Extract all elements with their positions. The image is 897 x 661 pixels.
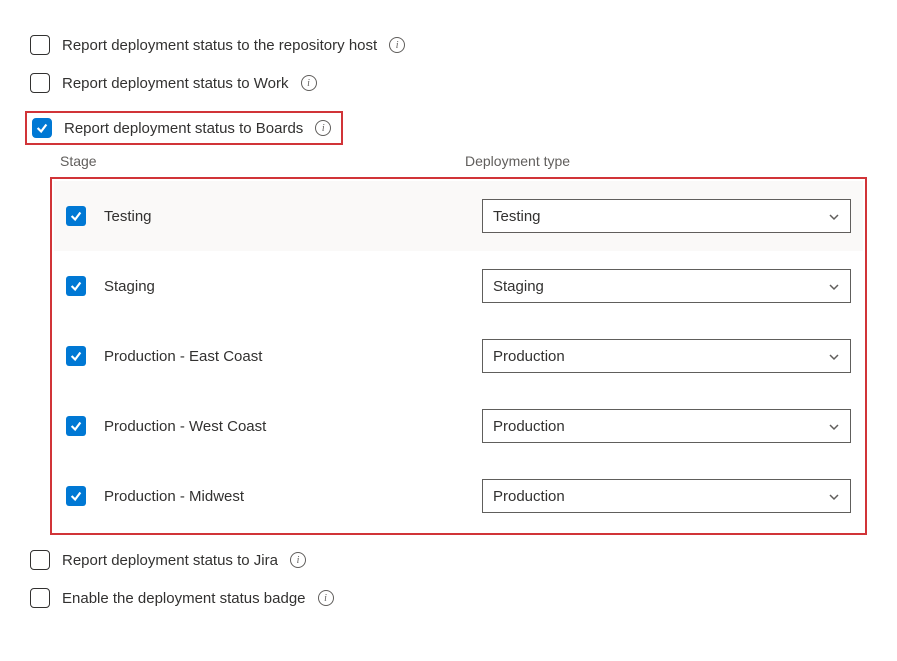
stage-name: Production - East Coast (104, 348, 464, 365)
checkbox-stage-prod-west[interactable] (66, 416, 86, 436)
option-row-jira: Report deployment status to Jira i (30, 550, 867, 570)
checkbox-stage-staging[interactable] (66, 276, 86, 296)
checkbox-work[interactable] (30, 73, 50, 93)
stage-row: Testing Testing (54, 181, 863, 251)
option-label-work: Report deployment status to Work (62, 75, 289, 92)
checkbox-boards[interactable] (32, 118, 52, 138)
header-stage: Stage (60, 153, 465, 169)
checkbox-stage-prod-midwest[interactable] (66, 486, 86, 506)
stage-row: Production - Midwest Production (54, 461, 863, 531)
stage-row: Production - West Coast Production (54, 391, 863, 461)
option-row-repo-host: Report deployment status to the reposito… (30, 35, 867, 55)
deployment-type-value: Production (493, 418, 565, 435)
deployment-type-value: Production (493, 488, 565, 505)
chevron-down-icon (828, 280, 840, 292)
option-row-badge: Enable the deployment status badge i (30, 588, 867, 608)
header-deployment-type: Deployment type (465, 153, 570, 169)
info-icon[interactable]: i (315, 120, 331, 136)
stages-headers: Stage Deployment type (50, 153, 867, 177)
chevron-down-icon (828, 350, 840, 362)
option-label-boards: Report deployment status to Boards (64, 120, 303, 137)
option-label-repo-host: Report deployment status to the reposito… (62, 37, 377, 54)
deployment-type-value: Production (493, 348, 565, 365)
deployment-type-value: Testing (493, 208, 541, 225)
stages-container: Stage Deployment type Testing Testing St… (50, 153, 867, 535)
stages-body-highlighted: Testing Testing Staging Staging (50, 177, 867, 535)
stage-name: Production - West Coast (104, 418, 464, 435)
chevron-down-icon (828, 420, 840, 432)
stage-name: Staging (104, 278, 464, 295)
deployment-type-select-prod-east[interactable]: Production (482, 339, 851, 373)
info-icon[interactable]: i (389, 37, 405, 53)
stage-row: Production - East Coast Production (54, 321, 863, 391)
deployment-type-select-prod-midwest[interactable]: Production (482, 479, 851, 513)
deployment-type-value: Staging (493, 278, 544, 295)
option-label-jira: Report deployment status to Jira (62, 552, 278, 569)
checkbox-stage-testing[interactable] (66, 206, 86, 226)
info-icon[interactable]: i (318, 590, 334, 606)
option-label-badge: Enable the deployment status badge (62, 590, 306, 607)
chevron-down-icon (828, 210, 840, 222)
stage-name: Production - Midwest (104, 488, 464, 505)
checkbox-repo-host[interactable] (30, 35, 50, 55)
stage-name: Testing (104, 208, 464, 225)
checkbox-jira[interactable] (30, 550, 50, 570)
checkbox-stage-prod-east[interactable] (66, 346, 86, 366)
chevron-down-icon (828, 490, 840, 502)
info-icon[interactable]: i (290, 552, 306, 568)
deployment-type-select-testing[interactable]: Testing (482, 199, 851, 233)
option-row-boards-highlighted: Report deployment status to Boards i (25, 111, 343, 145)
deployment-type-select-prod-west[interactable]: Production (482, 409, 851, 443)
info-icon[interactable]: i (301, 75, 317, 91)
option-row-work: Report deployment status to Work i (30, 73, 867, 93)
deployment-type-select-staging[interactable]: Staging (482, 269, 851, 303)
checkbox-badge[interactable] (30, 588, 50, 608)
stage-row: Staging Staging (54, 251, 863, 321)
